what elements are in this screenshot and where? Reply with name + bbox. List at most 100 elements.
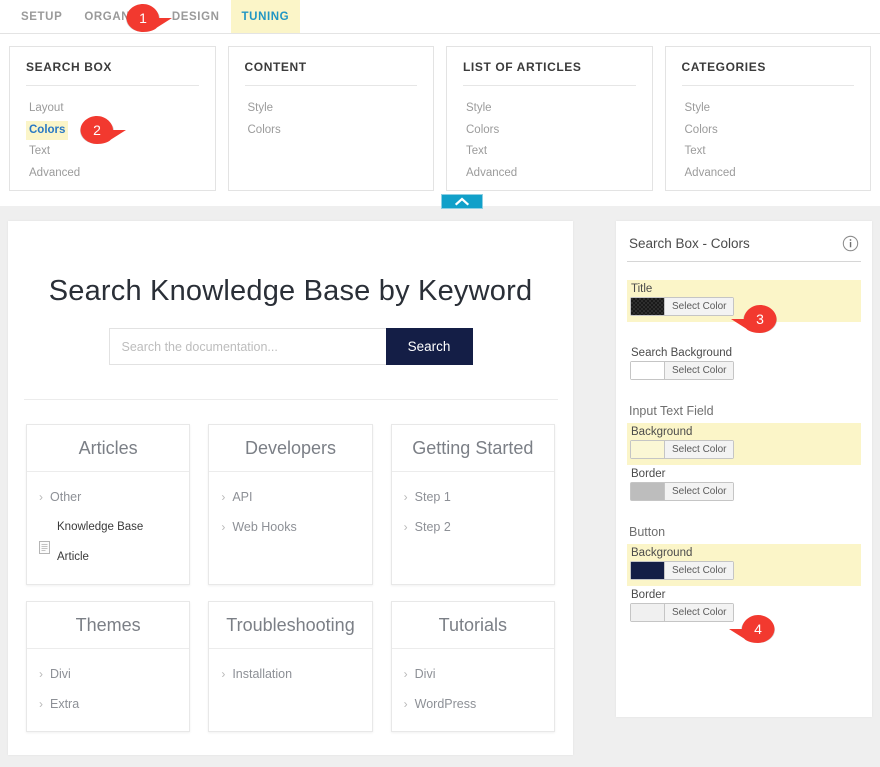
list-item[interactable]: ›Web Hooks: [221, 512, 359, 542]
color-swatch[interactable]: [631, 483, 665, 500]
section-item-row: Text: [682, 140, 855, 162]
select-color-button[interactable]: Select Color: [665, 604, 733, 621]
color-field: BackgroundSelect Color: [627, 544, 861, 586]
color-field: BorderSelect Color: [627, 465, 861, 507]
info-icon[interactable]: [842, 235, 859, 252]
color-picker[interactable]: Select Color: [630, 561, 734, 580]
spacer: [627, 322, 861, 344]
collapse-settings-button[interactable]: [441, 194, 483, 209]
list-item-label: Divi: [415, 659, 436, 689]
select-color-button[interactable]: Select Color: [665, 298, 733, 315]
chevron-right-icon: ›: [221, 659, 225, 689]
color-field-label: Background: [629, 425, 859, 440]
category-card-body: ›OtherKnowledge Base Article: [27, 472, 189, 584]
list-item-label: Step 2: [415, 512, 451, 542]
list-item[interactable]: Knowledge Base Article: [39, 512, 177, 572]
section-item-style[interactable]: Style: [682, 99, 714, 119]
section-item-style[interactable]: Style: [463, 99, 495, 119]
select-color-button[interactable]: Select Color: [665, 483, 733, 500]
category-card-body: ›Divi›Extra: [27, 649, 189, 731]
tab-design[interactable]: DESIGN: [161, 0, 231, 33]
tab-organize[interactable]: ORGANIZE: [73, 0, 161, 33]
settings-sections: SEARCH BOXLayoutColorsTextAdvancedCONTEN…: [0, 46, 880, 191]
section-title: LIST OF ARTICLES: [463, 60, 636, 85]
category-card: Tutorials › Divi›WordPress: [391, 601, 555, 732]
list-item[interactable]: ›Step 1: [404, 482, 542, 512]
category-card-title: Troubleshooting: [209, 602, 371, 649]
tab-label: TUNING: [242, 11, 290, 23]
list-item[interactable]: ›Other: [39, 482, 177, 512]
select-color-button[interactable]: Select Color: [665, 562, 733, 579]
section-item-colors[interactable]: Colors: [26, 121, 68, 141]
section-item-advanced[interactable]: Advanced: [682, 164, 739, 184]
chevron-right-icon: ›: [404, 482, 408, 512]
category-card-grid: Articles›OtherKnowledge Base ArticleDeve…: [26, 424, 555, 732]
tab-setup[interactable]: SETUP: [10, 0, 73, 33]
section-title: CATEGORIES: [682, 60, 855, 85]
section-divider: [245, 85, 418, 86]
options-title: Search Box - Colors: [629, 236, 750, 251]
color-field: BorderSelect Color: [627, 586, 861, 628]
section-item-style[interactable]: Style: [245, 99, 277, 119]
section-card: CONTENT StyleColors: [228, 46, 435, 191]
chevron-up-icon: [455, 197, 469, 206]
section-item-colors[interactable]: Colors: [245, 121, 284, 141]
section-item-advanced[interactable]: Advanced: [26, 164, 83, 184]
section-item-row: Style: [245, 97, 418, 119]
list-item[interactable]: ›Step 2: [404, 512, 542, 542]
section-item-colors[interactable]: Colors: [682, 121, 721, 141]
search-button[interactable]: Search: [386, 328, 473, 365]
section-title: CONTENT: [245, 60, 418, 85]
chevron-right-icon: ›: [404, 659, 408, 689]
preview-divider: [24, 399, 558, 400]
category-card-body: ›API›Web Hooks: [209, 472, 371, 554]
list-item[interactable]: ›Installation: [221, 659, 359, 689]
color-swatch[interactable]: [631, 298, 665, 315]
section-item-colors[interactable]: Colors: [463, 121, 502, 141]
section-item-text[interactable]: Text: [26, 142, 53, 162]
section-item-advanced[interactable]: Advanced: [463, 164, 520, 184]
option-group-label: Button: [627, 507, 861, 544]
color-swatch[interactable]: [631, 562, 665, 579]
options-body: TitleSelect ColorSearch BackgroundSelect…: [627, 262, 861, 628]
section-item-row: Colors: [26, 119, 199, 141]
section-item-row: Style: [463, 97, 636, 119]
list-item[interactable]: ›WordPress: [404, 689, 542, 719]
color-picker[interactable]: Select Color: [630, 440, 734, 459]
chevron-right-icon: ›: [39, 659, 43, 689]
list-item-label: Extra: [50, 689, 79, 719]
section-item-row: Colors: [682, 119, 855, 141]
select-color-button[interactable]: Select Color: [665, 441, 733, 458]
color-swatch[interactable]: [631, 362, 665, 379]
tab-label: SETUP: [21, 11, 62, 23]
color-swatch[interactable]: [631, 604, 665, 621]
category-card: Themes›Divi›Extra: [26, 601, 190, 732]
tab-label: ORGANIZE: [84, 11, 150, 23]
page-title: Search Knowledge Base by Keyword: [8, 275, 573, 308]
section-item-text[interactable]: Text: [682, 142, 709, 162]
list-item-label: Other: [50, 482, 81, 512]
color-picker[interactable]: Select Color: [630, 482, 734, 501]
color-picker[interactable]: Select Color: [630, 361, 734, 380]
section-item-row: Layout: [26, 97, 199, 119]
section-divider: [682, 85, 855, 86]
list-item[interactable]: ›API: [221, 482, 359, 512]
color-picker[interactable]: Select Color: [630, 297, 734, 316]
tab-tuning[interactable]: TUNING: [231, 0, 301, 33]
color-swatch[interactable]: [631, 441, 665, 458]
color-picker[interactable]: Select Color: [630, 603, 734, 622]
select-color-button[interactable]: Select Color: [665, 362, 733, 379]
list-item[interactable]: ›Extra: [39, 689, 177, 719]
list-item[interactable]: ›Divi: [39, 659, 177, 689]
section-item-text[interactable]: Text: [463, 142, 490, 162]
section-divider: [463, 85, 636, 86]
section-card: SEARCH BOXLayoutColorsTextAdvanced: [9, 46, 216, 191]
section-item-layout[interactable]: Layout: [26, 99, 67, 119]
top-tab-bar: SETUP ORGANIZE DESIGN TUNING: [0, 0, 880, 34]
section-item-row: Advanced: [682, 162, 855, 184]
list-item[interactable]: › Divi: [404, 659, 542, 689]
category-card-title: Tutorials: [392, 602, 554, 649]
category-card: Developers›API›Web Hooks: [208, 424, 372, 585]
section-item-row: Advanced: [463, 162, 636, 184]
search-input[interactable]: [109, 328, 386, 365]
